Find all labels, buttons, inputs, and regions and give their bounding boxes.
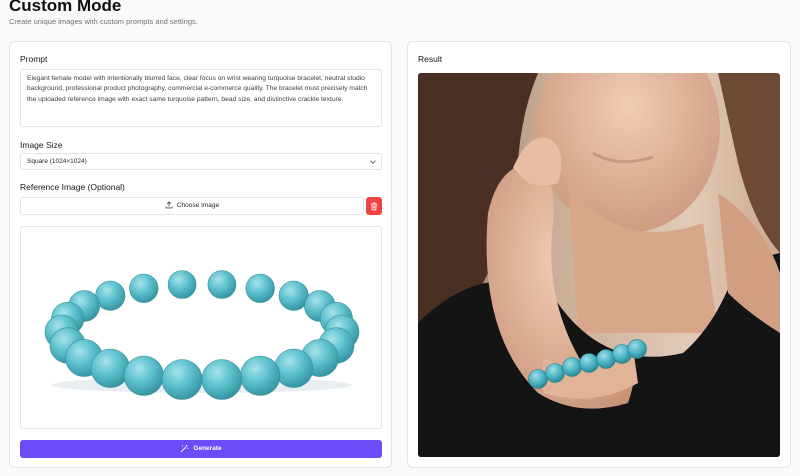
choose-image-button[interactable]: Choose Image [20, 197, 364, 215]
prompt-label: Prompt [20, 54, 48, 64]
page-subtitle: Create unique images with custom prompts… [9, 17, 198, 26]
bracelet-bead [167, 270, 197, 299]
bracelet-bead [123, 355, 164, 396]
result-panel: Result [407, 41, 791, 468]
generate-label: Generate [193, 445, 222, 452]
bracelet-bead [240, 355, 281, 396]
reference-image-preview [20, 226, 382, 429]
bracelet-bead [579, 353, 599, 373]
bracelet-bead [528, 369, 548, 389]
bracelet-bead [627, 339, 647, 359]
bracelet-bead [95, 280, 126, 311]
bracelet-bead [278, 280, 309, 311]
magic-wand-icon [181, 444, 189, 453]
result-image [418, 73, 780, 457]
result-label: Result [418, 54, 443, 64]
bracelet-bead [245, 273, 275, 303]
generate-button[interactable]: Generate [20, 440, 382, 458]
bracelet-bead [129, 273, 159, 303]
image-size-select[interactable]: Square (1024×1024) [20, 153, 382, 170]
image-size-label: Image Size [20, 140, 63, 150]
bracelet-bead [201, 359, 243, 400]
bracelet-bead [161, 359, 203, 400]
model-photo [418, 73, 780, 457]
bracelet-bead [545, 363, 565, 383]
bracelet-bead [90, 348, 130, 388]
bracelet-bead [274, 348, 314, 388]
delete-image-button[interactable] [366, 197, 382, 215]
prompt-textarea[interactable]: Elegant female model with intentionally … [20, 69, 382, 127]
choose-image-label: Choose Image [176, 202, 220, 209]
bracelet-bead [562, 357, 582, 377]
bracelet-image [21, 227, 381, 428]
page-title: Custom Mode [9, 0, 122, 15]
upload-icon [165, 201, 173, 209]
bracelet-bead [207, 270, 237, 299]
reference-image-label: Reference Image (Optional) [20, 182, 125, 192]
image-size-value: Square (1024×1024) [27, 158, 87, 165]
trash-icon [371, 202, 377, 210]
settings-panel: Prompt Elegant female model with intenti… [9, 41, 392, 468]
chevron-down-icon [370, 158, 376, 164]
